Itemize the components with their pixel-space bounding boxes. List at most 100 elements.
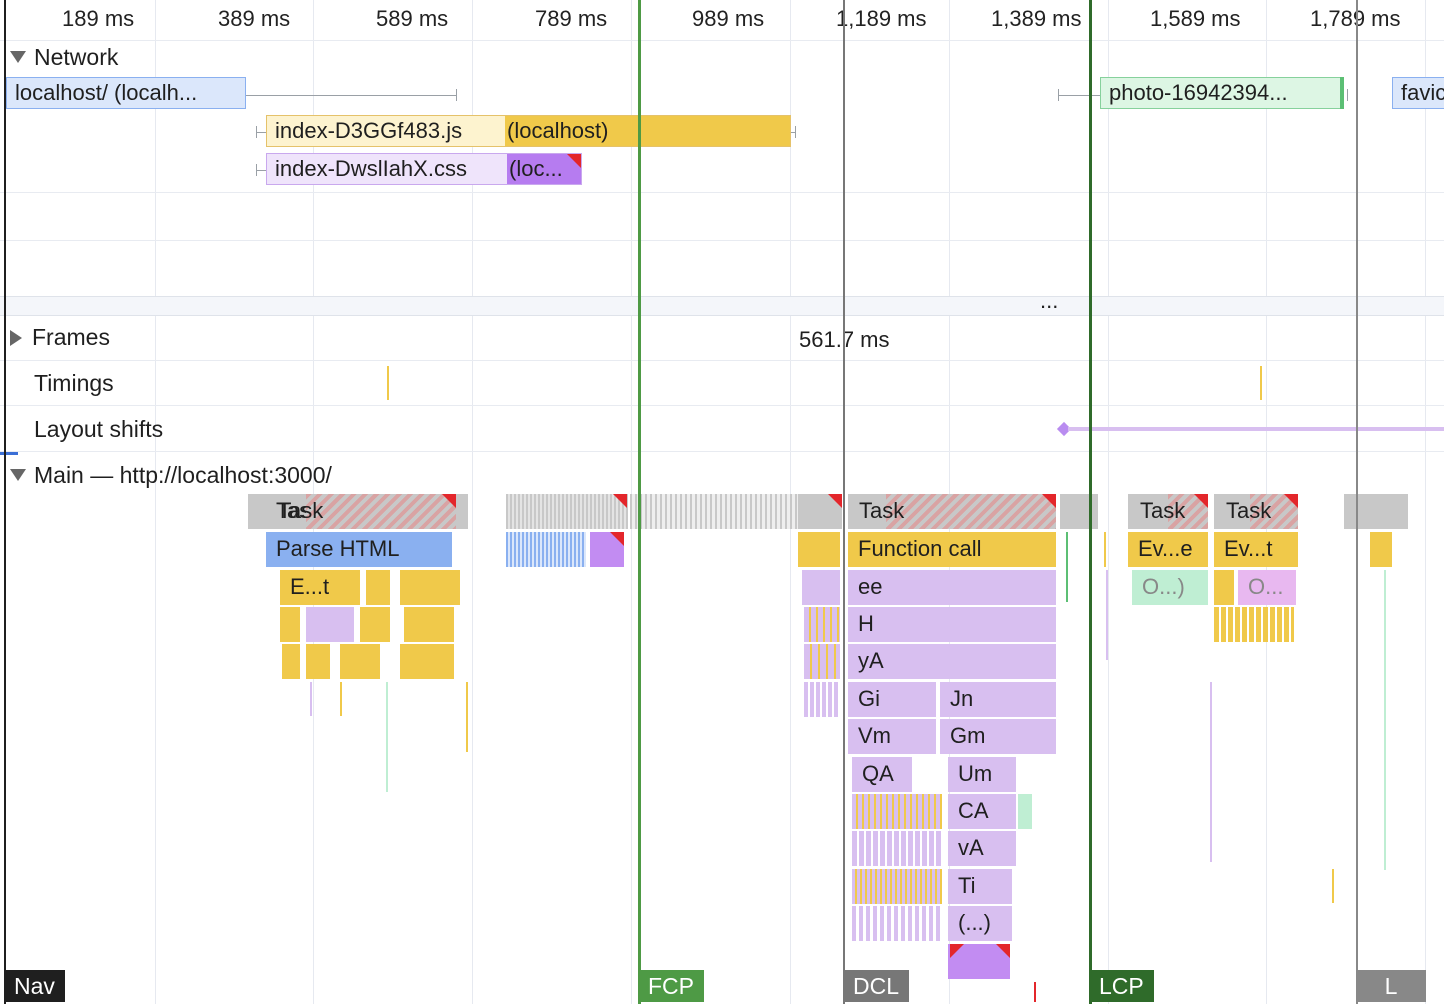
- event[interactable]: [280, 607, 300, 642]
- expand-triangle-icon[interactable]: [10, 330, 22, 346]
- o-event[interactable]: O...): [1132, 570, 1208, 605]
- fcp-marker-label[interactable]: FCP: [638, 970, 704, 1002]
- vm-event[interactable]: Vm: [848, 719, 936, 754]
- timing-mark[interactable]: [387, 366, 389, 400]
- event-label: Ev...t: [1224, 536, 1273, 561]
- event[interactable]: [1332, 869, 1334, 903]
- event[interactable]: [400, 644, 454, 679]
- gm-event[interactable]: Gm: [940, 719, 1056, 754]
- timing-mark[interactable]: [1260, 366, 1262, 400]
- event-cluster[interactable]: [852, 906, 942, 941]
- event[interactable]: [306, 607, 354, 642]
- event[interactable]: [1018, 794, 1032, 829]
- event[interactable]: [306, 644, 330, 679]
- task-cluster[interactable]: [630, 494, 798, 529]
- request-label: index-D3GGf483.js: [275, 118, 463, 143]
- event[interactable]: [1214, 570, 1234, 605]
- request-label: photo-16942394...: [1109, 80, 1288, 105]
- event[interactable]: [400, 570, 460, 605]
- event[interactable]: [466, 682, 468, 752]
- event[interactable]: [1066, 532, 1068, 602]
- more-dots-icon[interactable]: ...: [1040, 288, 1058, 314]
- ruler-tick: 189 ms: [62, 6, 135, 31]
- main-track-header[interactable]: Main — http://localhost:3000/: [10, 462, 332, 489]
- task-cluster[interactable]: [506, 494, 628, 529]
- event-cluster[interactable]: [804, 644, 840, 679]
- event[interactable]: [1370, 532, 1392, 567]
- row-separator: [0, 405, 1444, 406]
- task-event[interactable]: [1060, 494, 1098, 529]
- event-dispatch[interactable]: Ev...e: [1128, 532, 1208, 567]
- event[interactable]: [340, 682, 342, 716]
- layout-shifts-label[interactable]: Layout shifts: [34, 416, 163, 443]
- ruler-tick: 989 ms: [692, 6, 765, 31]
- gi-event[interactable]: Gi: [848, 682, 936, 717]
- selection-indicator: [0, 452, 18, 455]
- ya-event[interactable]: yA: [848, 644, 1056, 679]
- network-request-css[interactable]: index-DwslIahX.css (loc...: [266, 153, 582, 185]
- event-cluster[interactable]: [852, 831, 942, 866]
- event[interactable]: [1104, 532, 1106, 567]
- network-track-header[interactable]: Network: [10, 44, 118, 71]
- time-ruler[interactable]: 189 ms 389 ms 589 ms 789 ms 989 ms 1,189…: [0, 0, 1444, 41]
- qa-event[interactable]: QA: [852, 757, 912, 792]
- event[interactable]: [798, 532, 840, 567]
- event-cluster[interactable]: [852, 869, 942, 904]
- ca-event[interactable]: CA: [948, 794, 1016, 829]
- event[interactable]: [386, 682, 388, 792]
- event[interactable]: [1210, 682, 1212, 862]
- evaluate-script-event[interactable]: E...t: [280, 570, 360, 605]
- network-request-js[interactable]: index-D3GGf483.js (localhost): [266, 115, 791, 147]
- event-cluster[interactable]: [804, 607, 840, 642]
- event[interactable]: [1106, 570, 1108, 660]
- event-cluster[interactable]: [1214, 607, 1294, 642]
- event-cluster[interactable]: [506, 532, 586, 567]
- o-event[interactable]: O...: [1238, 570, 1296, 605]
- event-cluster[interactable]: [852, 794, 942, 829]
- event[interactable]: [802, 570, 840, 605]
- network-request-image[interactable]: photo-16942394...: [1100, 77, 1344, 109]
- task-event[interactable]: [1344, 494, 1408, 529]
- timings-label[interactable]: Timings: [34, 370, 114, 397]
- event[interactable]: [404, 607, 454, 642]
- event[interactable]: [366, 570, 390, 605]
- event-label: (...): [958, 910, 991, 935]
- track-resizer[interactable]: ...: [0, 288, 1444, 316]
- layout-shift-cluster[interactable]: [1068, 427, 1444, 431]
- frames-track-header[interactable]: Frames: [10, 324, 110, 351]
- event[interactable]: [1384, 570, 1386, 870]
- collapse-triangle-icon[interactable]: [10, 51, 26, 63]
- event[interactable]: [340, 644, 380, 679]
- nav-marker-label[interactable]: Nav: [4, 970, 65, 1002]
- long-task-hatch: [306, 494, 456, 529]
- va-event[interactable]: vA: [948, 831, 1016, 866]
- h-event[interactable]: H: [848, 607, 1056, 642]
- event[interactable]: [1034, 982, 1036, 1002]
- event-cluster[interactable]: [804, 682, 840, 717]
- task-event[interactable]: [248, 494, 266, 529]
- function-call-event[interactable]: Function call: [848, 532, 1056, 567]
- dcl-marker-label[interactable]: DCL: [843, 970, 910, 1002]
- ruler-tick: 1,589 ms: [1150, 6, 1241, 31]
- parse-html-event[interactable]: Parse HTML: [266, 532, 452, 567]
- event[interactable]: [360, 607, 390, 642]
- load-marker-label[interactable]: L: [1356, 970, 1426, 1002]
- event[interactable]: [282, 644, 300, 679]
- um-event[interactable]: Um: [948, 757, 1016, 792]
- network-request-favicon[interactable]: favic: [1392, 77, 1444, 109]
- ee-event[interactable]: ee: [848, 570, 1056, 605]
- row-separator: [0, 451, 1444, 452]
- request-whisker-cap: [256, 126, 257, 138]
- ti-event[interactable]: Ti: [948, 869, 1012, 904]
- request-whisker: [246, 95, 456, 96]
- collapse-triangle-icon[interactable]: [10, 469, 26, 481]
- jn-event[interactable]: Jn: [940, 682, 1056, 717]
- event-dispatch[interactable]: Ev...t: [1214, 532, 1298, 567]
- lcp-marker-label[interactable]: LCP: [1089, 970, 1154, 1002]
- ruler-tick: 789 ms: [535, 6, 608, 31]
- request-whisker-cap: [1058, 89, 1059, 101]
- task-event[interactable]: [456, 494, 468, 529]
- event[interactable]: [310, 682, 312, 716]
- ellipsis-event[interactable]: (...): [948, 906, 1012, 941]
- network-request-document[interactable]: localhost/ (localh...: [6, 77, 246, 109]
